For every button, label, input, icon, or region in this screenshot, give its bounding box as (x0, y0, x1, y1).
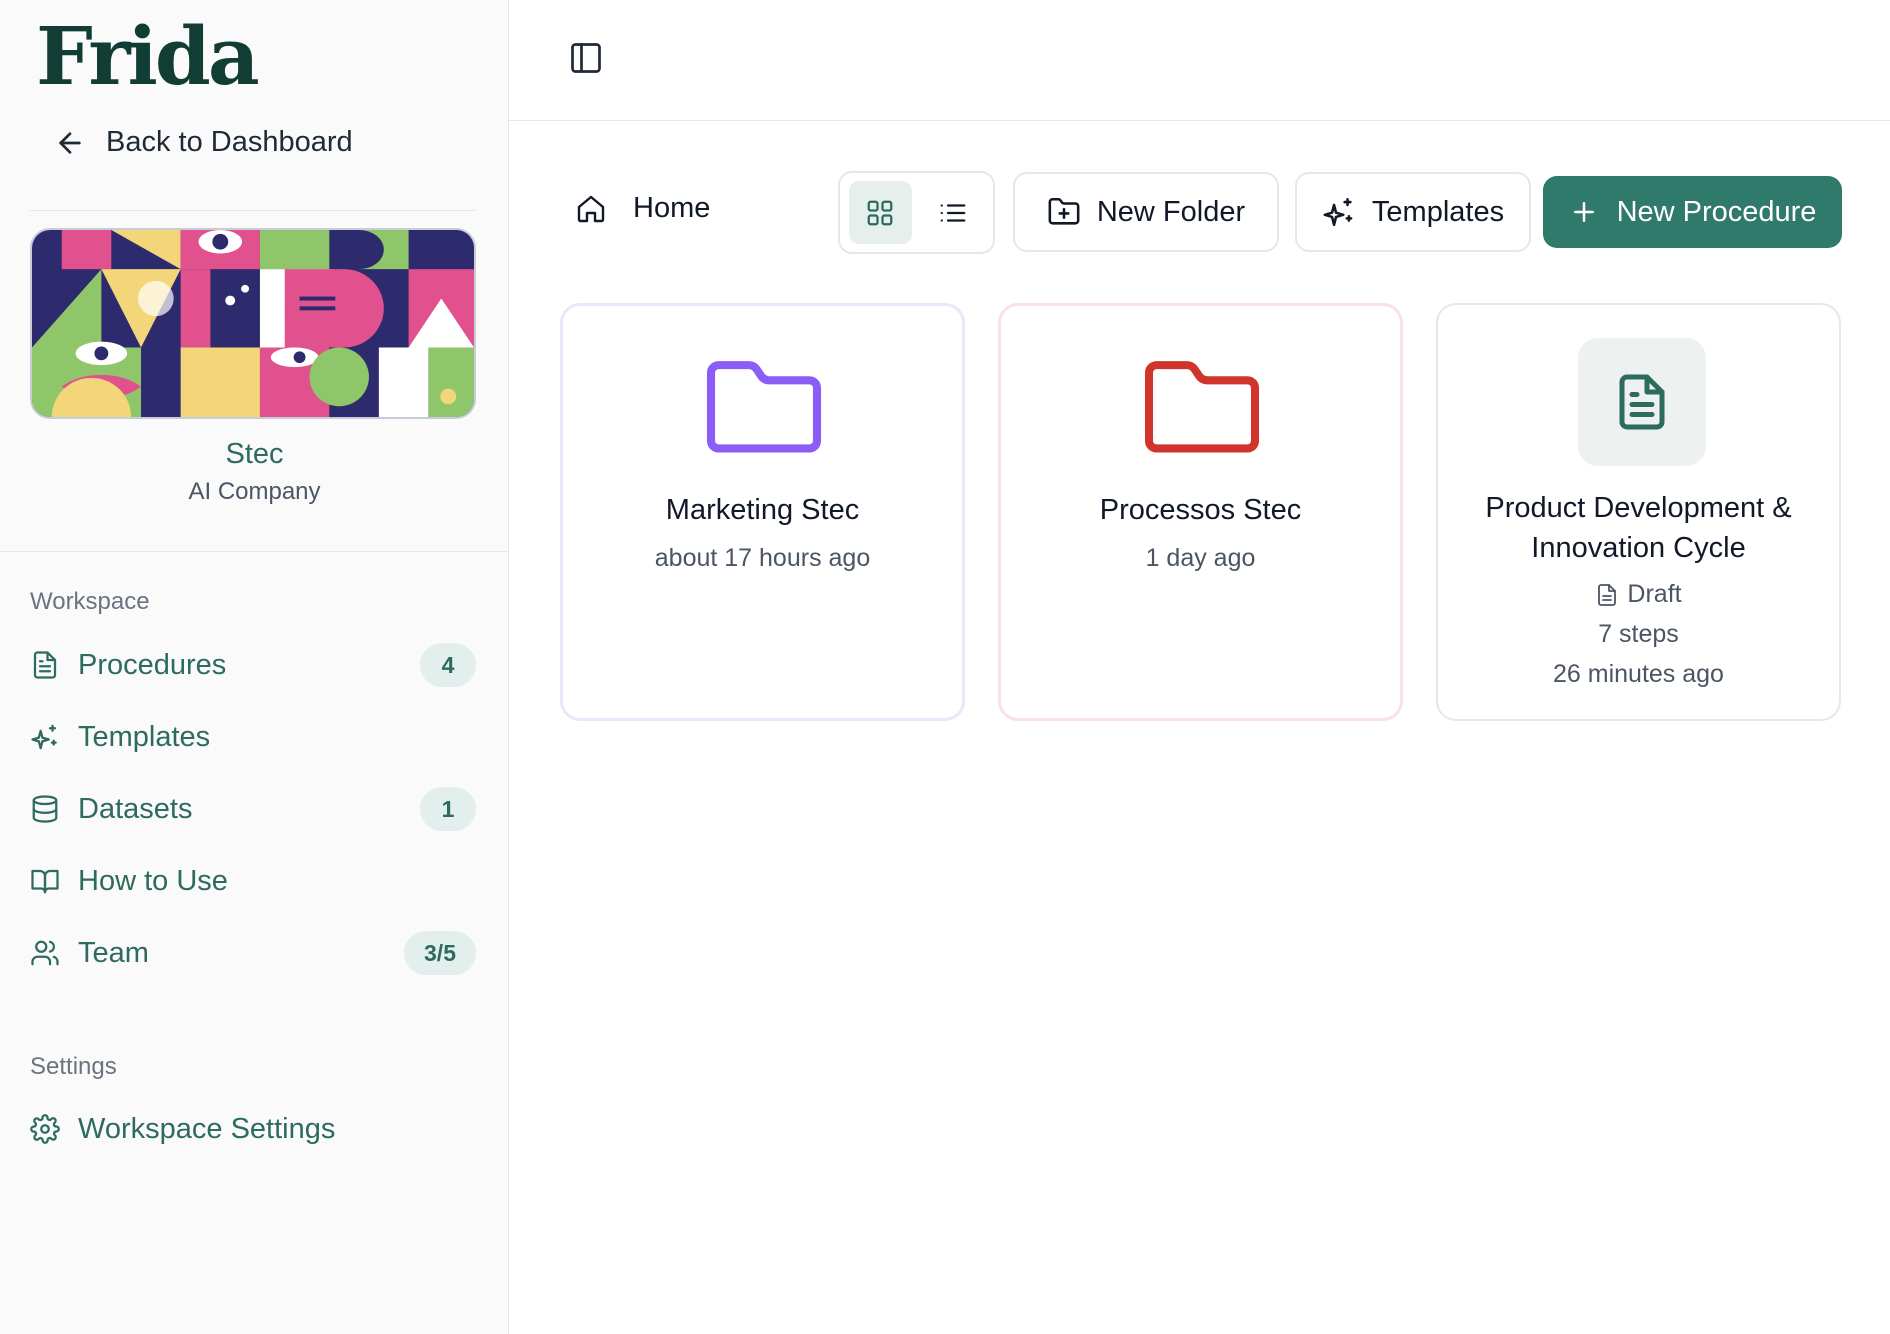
sidebar-item-datasets[interactable]: Datasets 1 (30, 781, 476, 837)
back-to-dashboard-link[interactable]: Back to Dashboard (54, 126, 353, 159)
new-procedure-label: New Procedure (1616, 195, 1817, 228)
sparkles-icon (30, 722, 60, 752)
panel-left-icon (571, 43, 601, 73)
workspace-section-label: Workspace (30, 588, 150, 615)
sidebar-toggle-button[interactable] (568, 40, 604, 76)
new-procedure-button[interactable]: New Procedure (1543, 176, 1842, 248)
sidebar-item-label: Procedures (78, 648, 227, 681)
view-mode-toggle (838, 171, 995, 254)
new-folder-label: New Folder (1096, 195, 1246, 228)
list-view-button[interactable] (922, 181, 985, 244)
procedure-card-product-development[interactable]: Product Development & Innovation Cycle D… (1436, 303, 1841, 721)
procedure-icon-tile (1578, 338, 1706, 466)
card-title-line-1: Product Development & (1485, 492, 1792, 524)
database-icon (30, 794, 60, 824)
sidebar-item-procedures[interactable]: Procedures 4 (30, 637, 476, 693)
file-icon (1598, 583, 1617, 606)
steps-count: 7 steps (1598, 620, 1679, 648)
sidebar-item-label: Team (78, 936, 149, 969)
app-logo[interactable]: Frida (36, 16, 260, 96)
card-title: Processos Stec (1099, 494, 1302, 526)
status-label: Draft (1627, 580, 1682, 608)
sidebar-divider (30, 210, 476, 211)
sidebar-item-how-to-use[interactable]: How to Use (30, 853, 476, 909)
folder-card-marketing-stec[interactable]: Marketing Stec about 17 hours ago (560, 303, 965, 721)
sidebar-item-workspace-settings[interactable]: Workspace Settings (30, 1101, 476, 1157)
sidebar-item-label: Workspace Settings (78, 1112, 336, 1145)
file-text-icon (1619, 374, 1665, 430)
templates-button[interactable]: Templates (1295, 172, 1531, 252)
book-open-icon (30, 866, 60, 896)
folder-plus-icon (1048, 197, 1080, 225)
users-icon (30, 938, 60, 968)
sidebar-item-label: Datasets (78, 792, 193, 825)
datasets-count-badge: 1 (420, 787, 476, 831)
settings-section-label: Settings (30, 1053, 117, 1080)
plus-icon (1573, 202, 1594, 222)
status-badge: Draft (1438, 580, 1839, 609)
grid-view-button[interactable] (849, 181, 912, 244)
back-link-label: Back to Dashboard (106, 126, 353, 158)
folder-card-processos-stec[interactable]: Processos Stec 1 day ago (998, 303, 1403, 721)
breadcrumb-label: Home (633, 192, 711, 224)
templates-label: Templates (1371, 195, 1505, 228)
sidebar: Frida Back to Dashboard Stec AI Company … (0, 0, 509, 1334)
workspace-name: Stec (225, 438, 284, 470)
sparkles-icon (1323, 197, 1353, 227)
arrow-left-icon (59, 131, 81, 154)
sidebar-item-label: Templates (78, 720, 211, 753)
card-title: Marketing Stec (665, 494, 860, 526)
card-timestamp: 1 day ago (1145, 544, 1256, 572)
card-timestamp: 26 minutes ago (1553, 660, 1724, 688)
sidebar-item-templates[interactable]: Templates (30, 709, 476, 765)
sidebar-divider (0, 551, 509, 552)
new-folder-button[interactable]: New Folder (1013, 172, 1279, 252)
sidebar-item-label: How to Use (78, 864, 228, 897)
breadcrumb-home[interactable]: Home (575, 192, 710, 225)
file-text-icon (30, 650, 60, 680)
list-icon (940, 203, 966, 222)
top-bar (509, 0, 1890, 121)
folder-icon (1144, 361, 1260, 453)
workspace-cover-image (30, 228, 476, 419)
grid-icon (867, 200, 893, 225)
workspace-type: AI Company (188, 478, 321, 505)
card-timestamp: about 17 hours ago (654, 544, 871, 572)
gear-icon (30, 1114, 60, 1144)
folder-icon (706, 361, 822, 453)
sidebar-item-team[interactable]: Team 3/5 (30, 925, 476, 981)
card-title-line-2: Innovation Cycle (1531, 532, 1746, 564)
team-count-badge: 3/5 (404, 931, 476, 975)
home-icon (577, 195, 605, 222)
procedures-count-badge: 4 (420, 643, 476, 687)
